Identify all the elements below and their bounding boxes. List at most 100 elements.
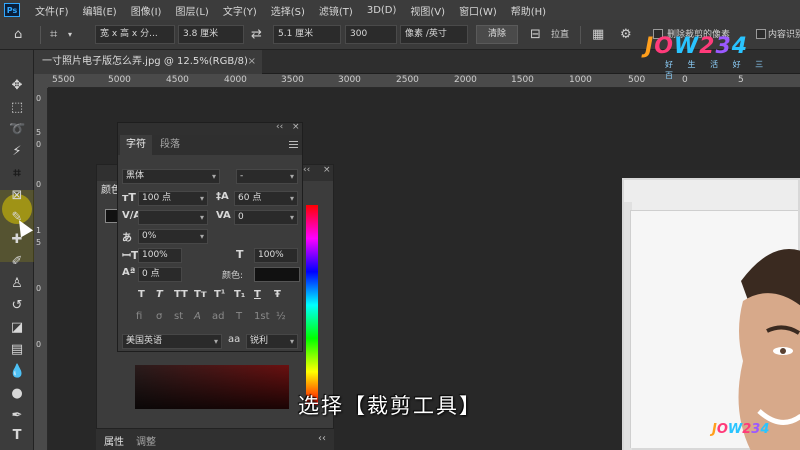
width-input[interactable]: 3.8 厘米: [178, 25, 244, 44]
chevron-down-icon[interactable]: ▾: [68, 25, 72, 45]
titling-alternates-button[interactable]: T: [236, 311, 242, 322]
ordinals-button[interactable]: 1st: [254, 311, 270, 322]
all-caps-button[interactable]: TT: [174, 289, 188, 300]
close-icon[interactable]: ×: [323, 165, 331, 175]
marquee-tool-icon[interactable]: ⬚: [9, 100, 25, 116]
crop-tool-icon[interactable]: ⌗: [50, 25, 57, 45]
leading-select[interactable]: 60 点 ▾: [234, 191, 298, 206]
crop-tool-icon[interactable]: ⌗: [9, 166, 25, 182]
clear-button[interactable]: 清除: [476, 25, 518, 44]
tab-character[interactable]: 字符: [120, 135, 152, 155]
ruler-tick: 1500: [511, 75, 534, 85]
ruler-tick: 5: [36, 238, 42, 247]
brush-tool-icon[interactable]: ✐: [9, 254, 25, 270]
horizontal-scale-input[interactable]: 100%: [254, 248, 298, 263]
kerning-select[interactable]: ▾: [138, 210, 208, 225]
straighten-icon[interactable]: ⊟: [530, 25, 541, 45]
faux-bold-button[interactable]: T: [138, 289, 145, 300]
blur-tool-icon[interactable]: 💧: [9, 364, 25, 380]
unit-select[interactable]: 像素 /英寸: [400, 25, 468, 44]
fractions-button[interactable]: ½: [276, 311, 286, 322]
antialias-select[interactable]: 锐利 ▾: [246, 334, 298, 349]
dodge-tool-icon[interactable]: ●: [9, 386, 25, 402]
ruler-tick: 2000: [454, 75, 477, 85]
discretionary-ligatures-button[interactable]: st: [174, 311, 183, 322]
menu-3d[interactable]: 3D(D): [360, 5, 404, 16]
ruler-tick: 0: [36, 180, 42, 189]
close-tab-icon[interactable]: ×: [248, 50, 256, 74]
photoshop-window: Ps 文件(F) 编辑(E) 图像(I) 图层(L) 文字(Y) 选择(S) 滤…: [0, 0, 800, 450]
language-select[interactable]: 美国英语 ▾: [122, 334, 222, 349]
resolution-input[interactable]: 300: [345, 25, 397, 44]
menu-type[interactable]: 文字(Y): [216, 3, 264, 18]
pen-tool-icon[interactable]: ✒: [9, 408, 25, 424]
document-tab[interactable]: 一寸照片电子版怎么弄.jpg @ 12.5%(RGB/8) ×: [34, 50, 262, 74]
watermark-logo-text: JOW234: [645, 34, 749, 59]
contextual-alternates-button[interactable]: σ: [156, 311, 162, 322]
font-size-select[interactable]: 100 点 ▾: [138, 191, 208, 206]
type-tool-icon[interactable]: T: [9, 428, 25, 444]
menu-image[interactable]: 图像(I): [124, 3, 169, 18]
stylistic-alternates-button[interactable]: ad: [212, 311, 224, 322]
underline-button[interactable]: T: [254, 289, 261, 300]
superscript-button[interactable]: T¹: [214, 289, 225, 300]
menu-layer[interactable]: 图层(L): [168, 3, 215, 18]
photo-content: [630, 210, 800, 450]
straighten-label[interactable]: 拉直: [551, 25, 569, 45]
ratio-select[interactable]: 宽 x 高 x 分...: [95, 25, 175, 44]
swash-button[interactable]: A: [194, 311, 201, 322]
menu-select[interactable]: 选择(S): [264, 3, 312, 18]
lasso-tool-icon[interactable]: ➰: [9, 122, 25, 138]
gear-icon[interactable]: ⚙: [620, 25, 632, 45]
font-family-select[interactable]: 黑体 ▾: [122, 169, 220, 184]
collapse-icon[interactable]: ‹‹: [318, 433, 326, 444]
tracking-select[interactable]: 0 ▾: [234, 210, 298, 225]
swap-icon[interactable]: ⇄: [251, 25, 262, 45]
grid-overlay-icon[interactable]: ▦: [592, 25, 604, 45]
ruler-tick: 4000: [224, 75, 247, 85]
ruler-tick: 1: [36, 226, 42, 235]
ruler-tick: 0: [36, 140, 42, 149]
subscript-button[interactable]: T₁: [234, 289, 245, 300]
vertical-ruler[interactable]: 0 5 0 0 1 5 0 0: [34, 88, 48, 450]
tab-adjustments[interactable]: 调整: [136, 433, 156, 448]
height-input[interactable]: 5.1 厘米: [273, 25, 341, 44]
gradient-tool-icon[interactable]: ▤: [9, 342, 25, 358]
menu-view[interactable]: 视图(V): [403, 3, 452, 18]
leading-icon: ‡A: [216, 191, 229, 202]
menu-edit[interactable]: 编辑(E): [76, 3, 124, 18]
clone-stamp-tool-icon[interactable]: ♙: [9, 276, 25, 292]
tab-paragraph[interactable]: 段落: [154, 135, 186, 155]
panel-menu-icon[interactable]: [289, 141, 298, 148]
ligatures-button[interactable]: fi: [136, 311, 142, 322]
faux-italic-button[interactable]: T: [156, 289, 163, 300]
history-brush-tool-icon[interactable]: ↺: [9, 298, 25, 314]
hue-slider[interactable]: [306, 205, 318, 405]
vertical-scale-input[interactable]: 100%: [138, 248, 182, 263]
portrait-image: [738, 249, 800, 450]
text-color-swatch[interactable]: [254, 267, 300, 282]
menu-file[interactable]: 文件(F): [28, 3, 76, 18]
frame-tool-icon[interactable]: ⊠: [9, 188, 25, 204]
close-icon[interactable]: ×: [292, 122, 300, 132]
watermark-slogan: 好 生 活 好 三 百: [665, 60, 770, 80]
menu-window[interactable]: 窗口(W): [452, 3, 504, 18]
baseline-shift-input[interactable]: 0 点: [138, 267, 182, 282]
scale-select[interactable]: 0% ▾: [138, 229, 208, 244]
color-picker-field[interactable]: [135, 365, 289, 409]
ruler-tick: 1000: [569, 75, 592, 85]
watermark-logo: JOW234 好 生 活 好 三 百: [645, 34, 775, 80]
tab-properties[interactable]: 属性: [104, 433, 124, 448]
menu-help[interactable]: 帮助(H): [504, 3, 553, 18]
strikethrough-button[interactable]: Ŧ: [274, 289, 281, 300]
move-tool-icon[interactable]: ✥: [9, 78, 25, 94]
eraser-tool-icon[interactable]: ◪: [9, 320, 25, 336]
small-caps-button[interactable]: Tт: [194, 289, 207, 300]
collapse-icon[interactable]: ‹‹: [276, 122, 283, 132]
font-style-select[interactable]: - ▾: [236, 169, 298, 184]
document-photo[interactable]: [622, 178, 800, 450]
menu-filter[interactable]: 滤镜(T): [312, 3, 360, 18]
magic-wand-tool-icon[interactable]: ⚡: [9, 144, 25, 160]
collapse-icon[interactable]: ‹‹: [303, 165, 310, 175]
home-icon[interactable]: ⌂: [14, 25, 22, 45]
